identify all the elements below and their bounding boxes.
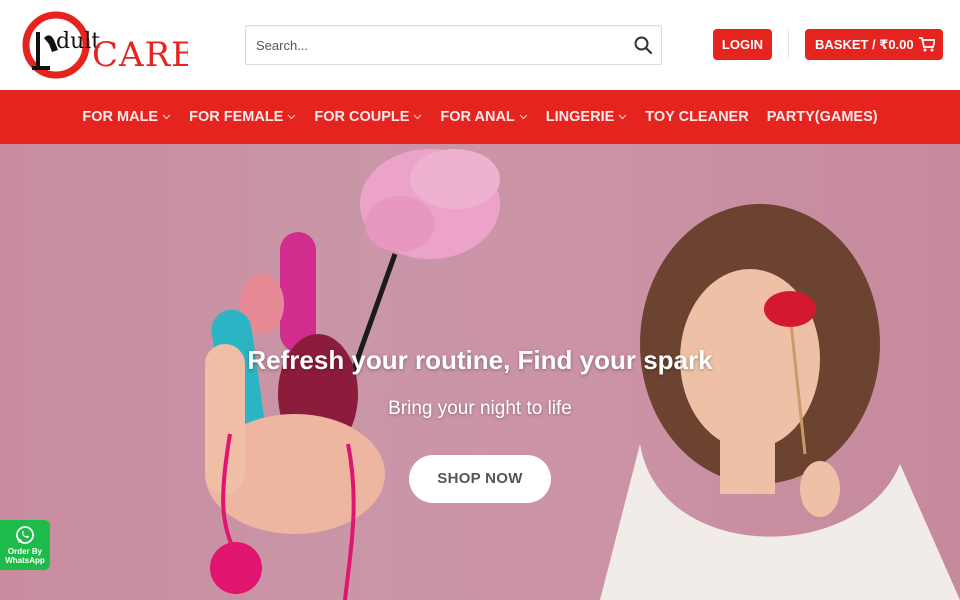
- nav-item-label: FOR MALE: [82, 109, 159, 125]
- brand-logo[interactable]: dult CARE: [22, 8, 196, 82]
- hero-banner: Refresh your routine, Find your spark Br…: [0, 144, 960, 600]
- search-icon[interactable]: [633, 35, 653, 55]
- main-nav: FOR MALE FOR FEMALE FOR COUPLE FOR ANAL …: [0, 90, 960, 144]
- search-input[interactable]: [246, 26, 626, 64]
- nav-item-label: PARTY(GAMES): [766, 109, 878, 125]
- nav-item-label: FOR FEMALE: [189, 109, 284, 125]
- whatsapp-order-button[interactable]: Order By WhatsApp: [0, 520, 50, 570]
- whatsapp-line2: WhatsApp: [5, 556, 45, 565]
- hero-subtitle: Bring your night to life: [388, 398, 572, 419]
- header-divider: [788, 30, 789, 59]
- site-header: dult CARE LOGIN BASKET / ₹0.00: [0, 0, 960, 90]
- hero-title: Refresh your routine, Find your spark: [247, 345, 713, 375]
- cart-icon: [919, 37, 935, 52]
- search-box[interactable]: [245, 25, 662, 65]
- shop-now-button[interactable]: SHOP NOW: [409, 455, 551, 503]
- nav-item-for-anal[interactable]: FOR ANAL: [431, 109, 536, 125]
- nav-item-party-games[interactable]: PARTY(GAMES): [758, 109, 887, 125]
- chevron-down-icon: [162, 114, 171, 120]
- chevron-down-icon: [519, 114, 528, 120]
- nav-item-for-female[interactable]: FOR FEMALE: [180, 109, 305, 125]
- nav-item-for-couple[interactable]: FOR COUPLE: [305, 109, 431, 125]
- nav-item-lingerie[interactable]: LINGERIE: [537, 109, 636, 125]
- whatsapp-line1: Order By: [7, 547, 43, 556]
- chevron-down-icon: [287, 114, 296, 120]
- chevron-down-icon: [618, 114, 627, 120]
- nav-item-label: FOR COUPLE: [314, 109, 410, 125]
- basket-button[interactable]: BASKET / ₹0.00: [805, 29, 943, 60]
- whatsapp-label: Order By WhatsApp: [0, 547, 50, 565]
- chevron-down-icon: [413, 114, 422, 120]
- login-button[interactable]: LOGIN: [713, 29, 772, 60]
- basket-label: BASKET / ₹0.00: [815, 37, 914, 52]
- whatsapp-icon: [16, 526, 34, 544]
- nav-item-toy-cleaner[interactable]: TOY CLEANER: [636, 109, 757, 125]
- nav-item-label: FOR ANAL: [440, 109, 515, 125]
- nav-item-label: TOY CLEANER: [645, 109, 749, 125]
- nav-item-for-male[interactable]: FOR MALE: [73, 109, 180, 125]
- nav-item-label: LINGERIE: [545, 109, 615, 125]
- svg-text:CARE: CARE: [92, 35, 188, 75]
